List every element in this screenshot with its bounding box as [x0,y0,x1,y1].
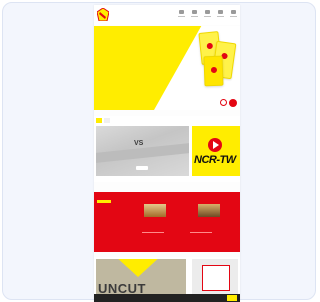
hero-banner[interactable] [94,26,240,110]
news-thumbnail[interactable] [144,204,166,217]
news-divider [142,232,164,233]
video-tab[interactable] [104,118,110,123]
shop-icon[interactable] [204,10,211,19]
video-title: NCR-TW [194,154,236,166]
news-divider [190,232,212,233]
play-icon[interactable] [208,138,222,152]
news-section [94,192,240,252]
header-icons [178,10,237,19]
ticket-icon[interactable] [191,10,198,19]
club-logo[interactable] [97,8,109,21]
video-section: VS NCR-TW [94,116,240,182]
news-thumbnail[interactable] [198,204,220,217]
news-tag [97,200,111,203]
versus-label: VS [134,140,144,147]
cookie-banner [94,294,240,302]
video-tab[interactable] [96,118,102,123]
video-tabs [96,118,110,123]
account-icon[interactable] [217,10,224,19]
match-video-thumbnail[interactable]: VS [96,126,189,176]
hero-card-image [203,55,224,87]
search-icon[interactable] [178,10,185,19]
menu-icon[interactable] [230,10,237,19]
promo-sign [202,265,230,291]
carousel-prev-button[interactable] [220,99,227,106]
cookie-accept-button[interactable] [227,295,237,301]
site-header [94,5,240,25]
carousel-next-button[interactable] [229,99,237,107]
video-play-button[interactable] [136,166,148,170]
promo-triangle [114,259,162,277]
website-screenshot: VS NCR-TW UNCUT [94,5,240,302]
channel-video-thumbnail[interactable]: NCR-TW [192,126,240,176]
